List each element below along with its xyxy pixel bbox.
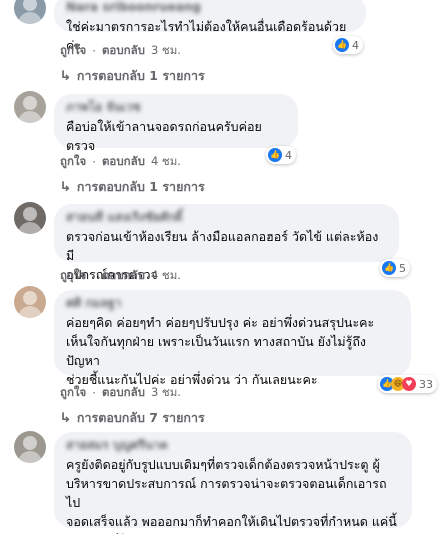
comment-bubble: ภาพโอ จันเวช คือบ่อให้เข้าลานจอดรถก่อนคร…: [54, 94, 298, 153]
separator: ·: [92, 155, 96, 169]
comment-author[interactable]: สายสมร บุญศรีนาค: [66, 438, 400, 453]
separator: ·: [92, 269, 96, 283]
comment-bubble: ศศิ กมลฐา ค่อยๆคิด ค่อยๆทำ ค่อยๆปรับปรุง…: [54, 290, 411, 387]
like-reaction-icon: 👍: [268, 148, 282, 162]
reply-arrow-icon: ↳: [59, 410, 72, 426]
reaction-summary[interactable]: 👍 4: [333, 36, 363, 54]
comment-bubble: สายสมร บุญศรีนาค ครูยังติดอยู่กับรูปแบบเ…: [54, 432, 412, 534]
comment-actions: ถูกใจ · ตอบกลับ 4 ชม.: [60, 153, 181, 171]
comment-author[interactable]: ศศิ กมลฐา: [66, 296, 399, 311]
like-button[interactable]: ถูกใจ: [60, 42, 86, 60]
reply-arrow-icon: ↳: [59, 179, 72, 195]
like-button[interactable]: ถูกใจ: [60, 153, 86, 171]
view-replies-link[interactable]: ↳ การตอบกลับ 1 รายการ: [59, 177, 205, 197]
reaction-count: 4: [352, 38, 359, 52]
replies-label: การตอบกลับ 1 รายการ: [76, 179, 205, 194]
comment-text: ครูยังติดอยู่กับรูปแบบเดิมๆที่ตรวจเด็กต้…: [66, 457, 397, 534]
reaction-summary[interactable]: 👍 😆 ♥ 33: [378, 375, 437, 393]
comment-timestamp[interactable]: 4 ชม.: [151, 153, 181, 171]
replies-label: การตอบกลับ 7 รายการ: [76, 410, 205, 425]
reaction-count: 5: [399, 261, 406, 275]
reply-button[interactable]: ตอบกลับ: [102, 267, 145, 285]
separator: ·: [92, 386, 96, 400]
comment-text: คือบ่อให้เข้าลานจอดรถก่อนครับค่อยตรวจ: [66, 119, 262, 153]
comment-text: ค่อยๆคิด ค่อยๆทำ ค่อยๆปรับปรุง ค่ะ อย่าพ…: [66, 315, 375, 387]
like-button[interactable]: ถูกใจ: [60, 384, 86, 402]
avatar[interactable]: [14, 0, 46, 24]
comment-actions: ถูกใจ · ตอบกลับ 3 ชม.: [60, 384, 181, 402]
avatar[interactable]: [14, 431, 46, 463]
avatar[interactable]: [14, 286, 46, 318]
like-reaction-icon: 👍: [335, 38, 349, 52]
replies-label: การตอบกลับ 1 รายการ: [76, 68, 205, 83]
like-reaction-icon: 👍: [382, 261, 396, 275]
comment-timestamp[interactable]: 3 ชม.: [151, 384, 181, 402]
comment-author[interactable]: ภาพโอ จันเวช: [66, 100, 286, 115]
love-reaction-icon: ♥: [402, 377, 416, 391]
view-replies-link[interactable]: ↳ การตอบกลับ 7 รายการ: [59, 408, 205, 428]
reply-button[interactable]: ตอบกลับ: [102, 384, 145, 402]
reply-button[interactable]: ตอบกลับ: [102, 42, 145, 60]
reply-arrow-icon: ↳: [59, 68, 72, 84]
separator: ·: [92, 44, 96, 58]
reply-button[interactable]: ตอบกลับ: [102, 153, 145, 171]
comment-timestamp[interactable]: 4 ชม.: [151, 267, 181, 285]
comment-author[interactable]: สายนที แสงเริงชัยศักดิ์: [66, 210, 387, 225]
comment-timestamp[interactable]: 3 ชม.: [151, 42, 181, 60]
avatar[interactable]: [14, 91, 46, 123]
reaction-summary[interactable]: 👍 5: [380, 259, 410, 277]
comment-bubble: สายนที แสงเริงชัยศักดิ์ ตรวจก่อนเข้าห้อง…: [54, 204, 399, 282]
reaction-count: 4: [285, 148, 292, 162]
like-button[interactable]: ถูกใจ: [60, 267, 86, 285]
view-replies-link[interactable]: ↳ การตอบกลับ 1 รายการ: [59, 66, 205, 86]
reaction-count: 33: [419, 377, 433, 391]
comment-actions: ถูกใจ · ตอบกลับ 4 ชม.: [60, 267, 181, 285]
avatar[interactable]: [14, 202, 46, 234]
comment-author[interactable]: Nara sriboonrueang: [66, 0, 354, 15]
comment-actions: ถูกใจ · ตอบกลับ 3 ชม.: [60, 42, 181, 60]
comment-bubble: Nara sriboonrueang ใช่ค่ะมาตรการอะไรทำไม…: [54, 0, 366, 53]
reaction-summary[interactable]: 👍 4: [266, 146, 296, 164]
